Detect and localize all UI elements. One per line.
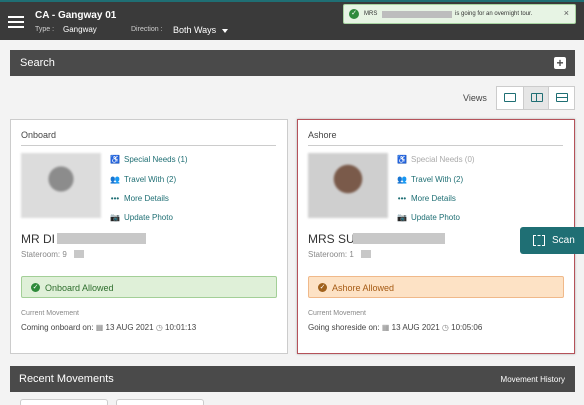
redacted-name: [382, 11, 452, 18]
link-label: Special Needs (1): [124, 155, 188, 164]
travel-with-link[interactable]: 👥 Travel With (2): [110, 175, 176, 184]
calendar-icon: ▦: [381, 323, 390, 332]
group-icon: 👥: [110, 175, 120, 184]
movement-text: Coming onboard on:: [21, 323, 94, 332]
redacted-stateroom: [74, 250, 84, 258]
wheelchair-icon: ♿: [110, 155, 120, 164]
stacked-panel-icon: [556, 93, 568, 102]
link-label: Travel With (2): [411, 175, 464, 184]
update-photo-link[interactable]: 📷 Update Photo: [397, 213, 460, 222]
single-panel-icon: [504, 93, 516, 102]
status-badge: ✓ Ashore Allowed: [308, 276, 564, 298]
type-label: Type :: [35, 26, 55, 33]
search-bar[interactable]: Search +: [10, 50, 575, 76]
redacted-name: [57, 233, 146, 244]
special-needs-link[interactable]: ♿ Special Needs (1): [110, 155, 188, 164]
menu-icon[interactable]: [8, 16, 24, 28]
link-label: Update Photo: [124, 213, 173, 222]
expand-search-icon[interactable]: +: [554, 57, 566, 69]
card-heading: Ashore: [308, 130, 337, 140]
status-text: Onboard Allowed: [45, 283, 114, 293]
card-heading: Onboard: [21, 130, 57, 140]
close-icon[interactable]: ×: [564, 8, 569, 18]
movement-history-link[interactable]: Movement History: [501, 375, 565, 384]
barcode-scan-icon: [533, 235, 545, 246]
divider: [308, 145, 563, 146]
search-label: Search: [20, 57, 55, 69]
wheelchair-icon: ♿: [397, 155, 407, 164]
movement-label: Current Movement: [21, 310, 79, 317]
movement-detail: Going shoreside on: ▦ 13 AUG 2021 ◷ 10:0…: [308, 323, 482, 332]
update-photo-link[interactable]: 📷 Update Photo: [110, 213, 173, 222]
check-circle-icon: ✓: [31, 283, 40, 292]
type-value: Gangway: [63, 25, 97, 34]
divider: [21, 145, 276, 146]
status-text: Ashore Allowed: [332, 283, 395, 293]
scan-button[interactable]: Scan: [520, 227, 584, 254]
scan-label: Scan: [552, 235, 575, 246]
check-circle-icon: ✓: [318, 283, 327, 292]
onboard-card: Onboard ♿ Special Needs (1) 👥 Travel With …: [10, 119, 288, 354]
status-badge: ✓ Onboard Allowed: [21, 276, 277, 298]
group-icon: 👥: [397, 175, 407, 184]
passenger-name: MR DI: [21, 232, 55, 246]
clock-icon: ◷: [155, 323, 163, 332]
clock-icon: ◷: [441, 323, 449, 332]
more-details-link[interactable]: ••• More Details: [110, 194, 169, 203]
link-label: More Details: [411, 194, 456, 203]
gangway-title: CA - Gangway 01: [35, 10, 117, 21]
ellipsis-icon: •••: [397, 194, 407, 203]
camera-icon: 📷: [110, 213, 120, 222]
link-label: Special Needs (0): [411, 155, 475, 164]
direction-label: Direction :: [131, 26, 163, 33]
link-label: Update Photo: [411, 213, 460, 222]
passenger-photo: [308, 153, 388, 218]
toast-message: is going for an overnight tour.: [455, 11, 533, 17]
ellipsis-icon: •••: [110, 194, 120, 203]
movement-label: Current Movement: [308, 310, 366, 317]
link-label: Travel With (2): [124, 175, 177, 184]
movement-time: 10:05:06: [451, 323, 483, 332]
check-icon: ✓: [349, 9, 359, 19]
notification-toast: ✓ MRS is going for an overnight tour. ×: [343, 4, 576, 24]
movement-date: 13 AUG 2021: [105, 323, 154, 332]
stacked-view-button[interactable]: [549, 87, 575, 109]
split-view-button[interactable]: [523, 87, 549, 109]
link-label: More Details: [124, 194, 169, 203]
single-view-button[interactable]: [497, 87, 523, 109]
stateroom: Stateroom: 9: [21, 250, 67, 259]
direction-select[interactable]: Both Ways: [173, 25, 216, 35]
filter-chip[interactable]: [116, 399, 204, 405]
passenger-photo: [21, 153, 101, 218]
filter-chip[interactable]: [20, 399, 108, 405]
redacted-stateroom: [361, 250, 371, 258]
calendar-icon: ▦: [95, 323, 104, 332]
camera-icon: 📷: [397, 213, 407, 222]
movement-date: 13 AUG 2021: [391, 323, 440, 332]
movement-time: 10:01:13: [165, 323, 197, 332]
view-toggle-group: [496, 86, 575, 110]
views-label: Views: [463, 93, 487, 103]
movement-detail: Coming onboard on: ▦ 13 AUG 2021 ◷ 10:01…: [21, 323, 196, 332]
more-details-link[interactable]: ••• More Details: [397, 194, 456, 203]
toast-prefix: MRS: [364, 11, 378, 17]
chevron-down-icon[interactable]: [222, 29, 228, 33]
special-needs-link[interactable]: ♿ Special Needs (0): [397, 155, 475, 164]
recent-movements-title: Recent Movements: [19, 373, 114, 385]
travel-with-link[interactable]: 👥 Travel With (2): [397, 175, 463, 184]
redacted-name: [353, 233, 445, 244]
recent-movements-bar: Recent Movements Movement History: [10, 366, 575, 392]
split-panel-icon: [531, 93, 543, 102]
movement-text: Going shoreside on:: [308, 323, 380, 332]
stateroom: Stateroom: 1: [308, 250, 354, 259]
passenger-name: MRS SU: [308, 232, 355, 246]
